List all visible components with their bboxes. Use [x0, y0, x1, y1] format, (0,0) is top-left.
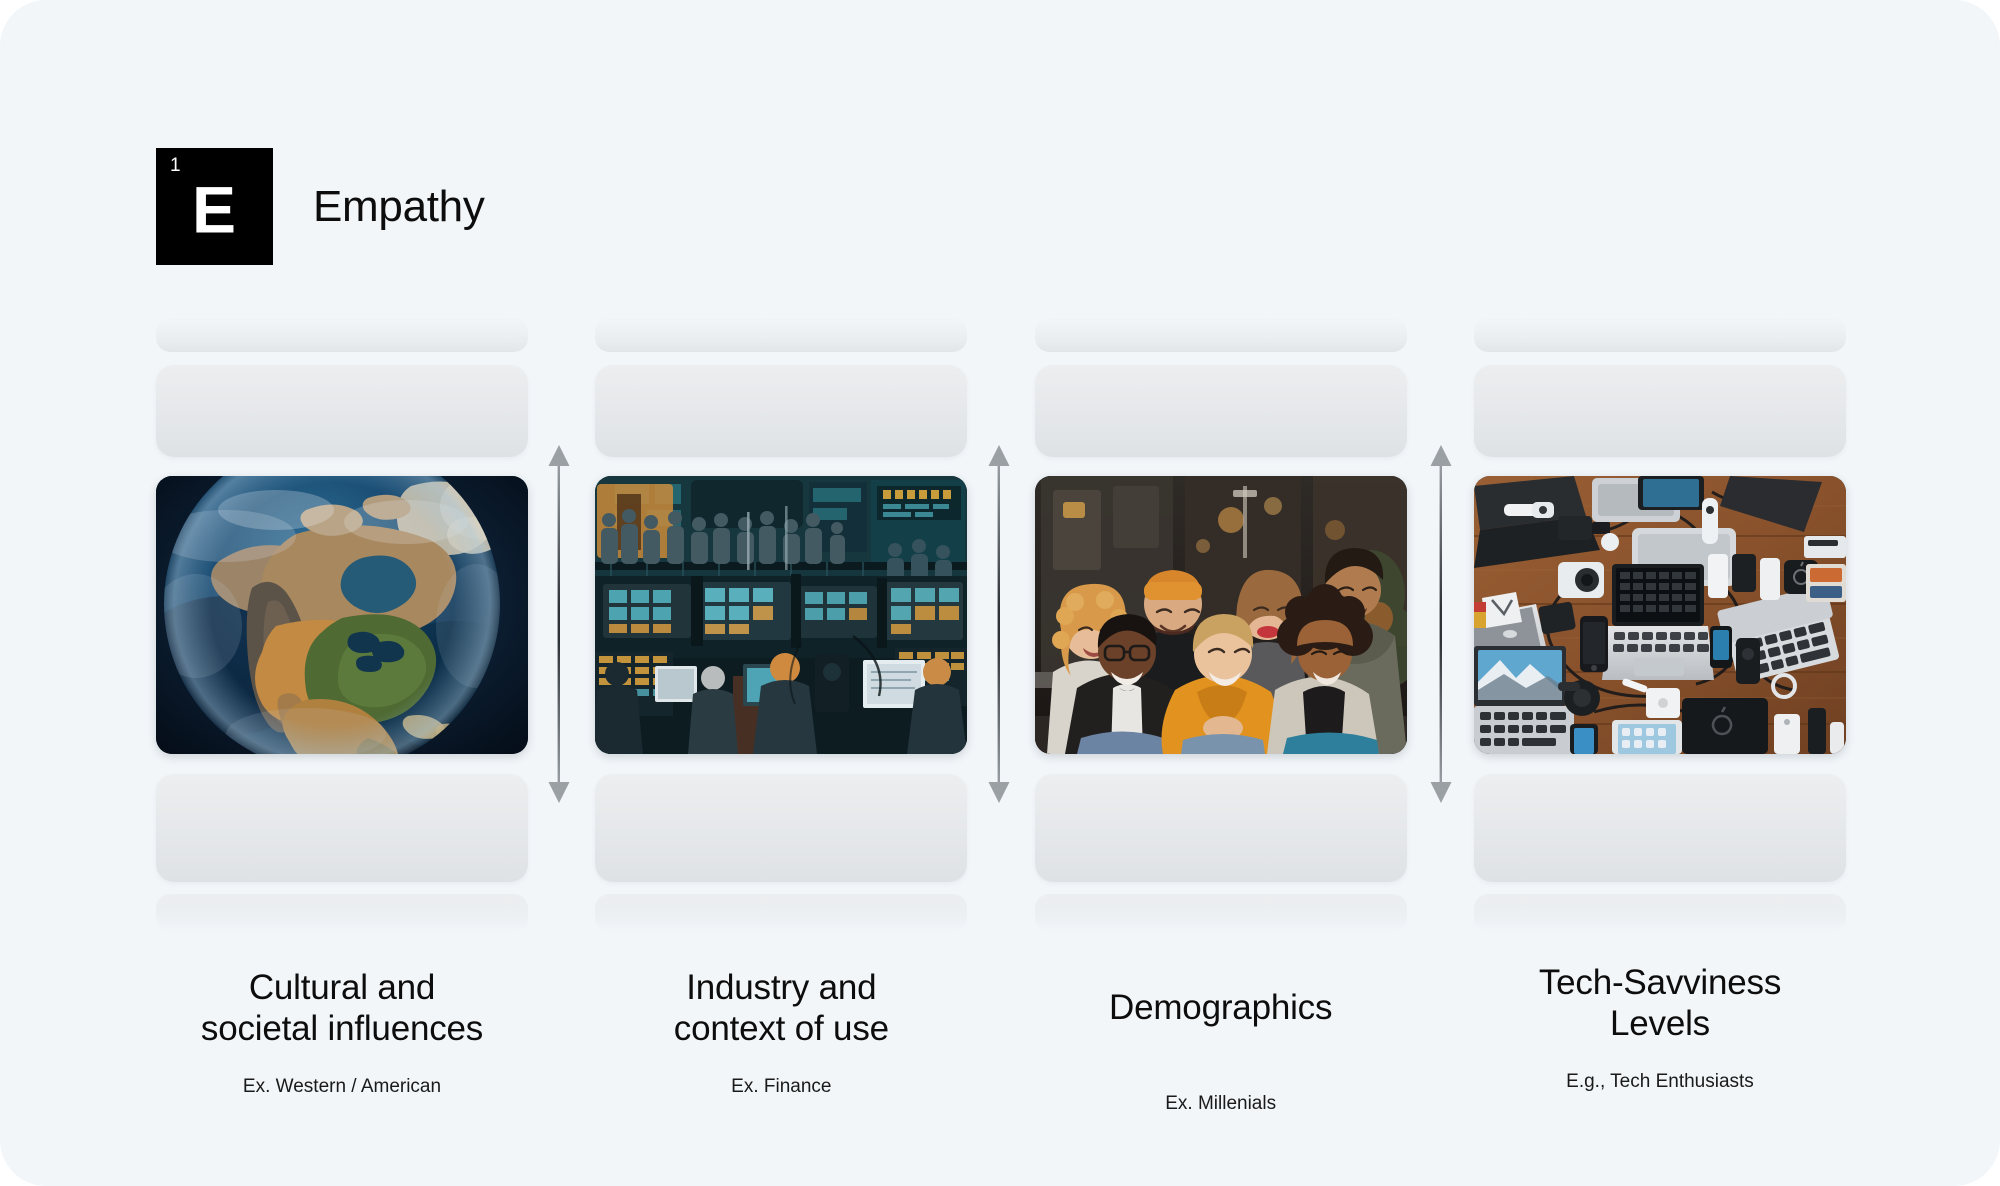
caption-title: Demographics	[1109, 988, 1333, 1027]
placeholder-card-top	[1473, 365, 1846, 457]
placeholder-card-top-faded	[1473, 318, 1846, 352]
placeholder-card-bottom-faded	[156, 894, 528, 932]
placeholder-card-bottom-faded	[1473, 894, 1846, 932]
placeholder-card-top	[595, 365, 968, 457]
slide-canvas: 1 E Empathy Cultural and societal influe…	[0, 0, 2000, 1186]
placeholder-card-bottom-faded	[1034, 894, 1407, 932]
placeholder-card-bottom	[156, 774, 528, 882]
caption-industry: Industry and context of use Ex. Finance	[576, 968, 986, 1099]
placeholder-card-top-faded	[156, 318, 528, 352]
caption-title: Cultural and societal influences	[200, 968, 484, 1048]
placeholder-card-bottom-faded	[595, 894, 968, 932]
caption-subtitle: Ex. Millenials	[1165, 1092, 1277, 1114]
placeholder-card-top-faded	[595, 318, 968, 352]
caption-subtitle: Ex. Western / American	[242, 1075, 442, 1097]
column-tech-savviness: Tech-Savviness Levels E.g., Tech Enthusi…	[1473, 318, 1846, 1116]
placeholder-card-top	[156, 365, 528, 457]
thumbnail-tech-savviness[interactable]	[1473, 476, 1846, 754]
step-letter: E	[191, 172, 238, 247]
caption-title: Tech-Savviness Levels	[1538, 963, 1782, 1043]
caption-title: Industry and context of use	[673, 968, 889, 1048]
step-number: 1	[170, 155, 182, 176]
columns-row: Cultural and societal influences Ex. Wes…	[156, 318, 1846, 1116]
thumbnail-cultural[interactable]	[156, 476, 528, 754]
placeholder-card-bottom	[595, 774, 968, 882]
caption-subtitle: E.g., Tech Enthusiasts	[1566, 1070, 1754, 1092]
placeholder-card-top-faded	[1034, 318, 1407, 352]
caption-cultural: Cultural and societal influences Ex. Wes…	[137, 968, 547, 1099]
placeholder-card-top	[1034, 365, 1407, 457]
thumbnail-industry[interactable]	[595, 476, 968, 754]
column-demographics: Demographics Ex. Millenials	[1034, 318, 1407, 1116]
caption-demographics: Demographics Ex. Millenials	[1016, 988, 1426, 1116]
placeholder-card-bottom	[1473, 774, 1846, 882]
column-industry: Industry and context of use Ex. Finance	[595, 318, 968, 1116]
placeholder-card-bottom	[1034, 774, 1407, 882]
caption-tech-savviness: Tech-Savviness Levels E.g., Tech Enthusi…	[1455, 963, 1865, 1094]
column-cultural: Cultural and societal influences Ex. Wes…	[156, 318, 528, 1116]
step-badge: 1 E	[156, 148, 273, 265]
thumbnail-demographics[interactable]	[1034, 476, 1407, 754]
caption-subtitle: Ex. Finance	[731, 1075, 832, 1097]
slide-header: 1 E Empathy	[156, 148, 485, 265]
page-title: Empathy	[313, 181, 485, 231]
